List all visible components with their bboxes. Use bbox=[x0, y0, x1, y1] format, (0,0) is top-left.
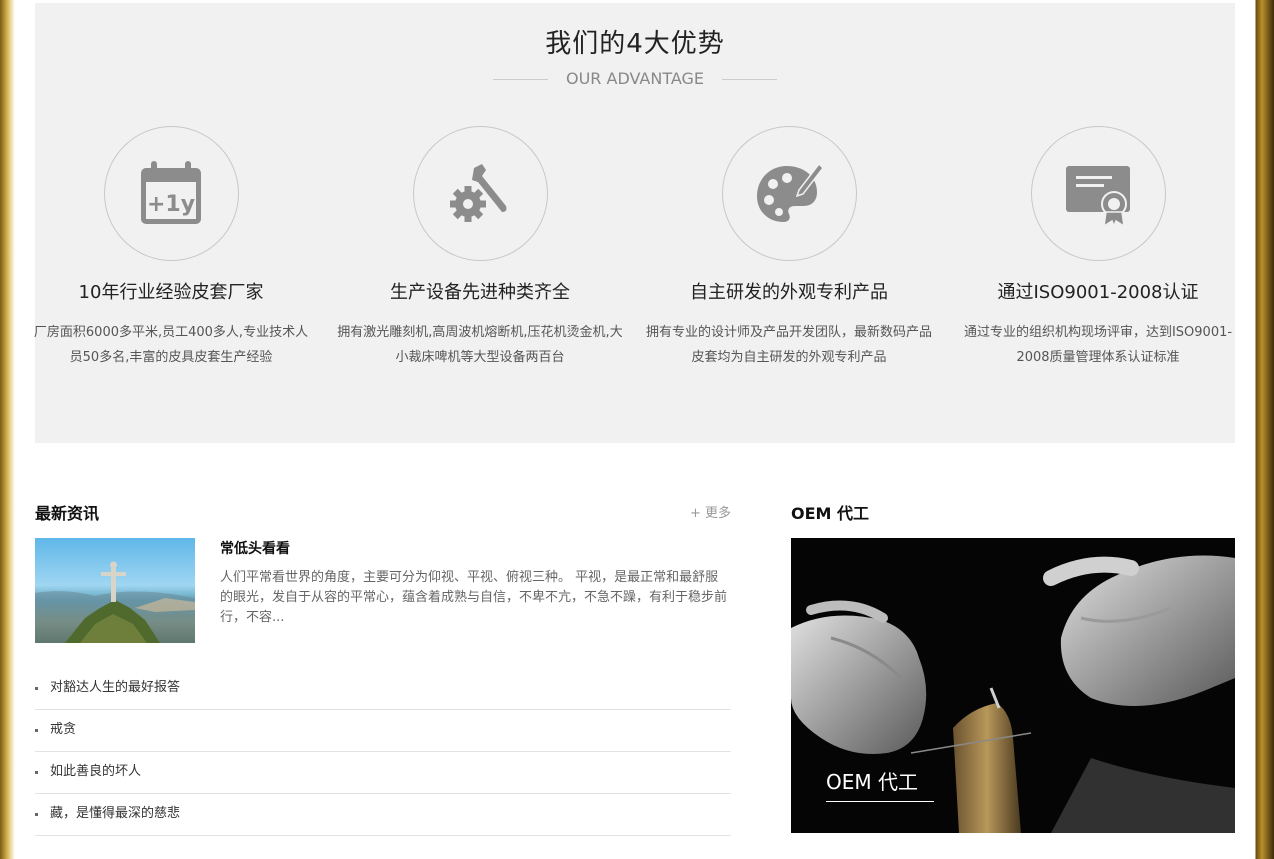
oem-header: OEM 代工 bbox=[791, 500, 1235, 526]
news-header: 最新资讯 + 更多 bbox=[35, 500, 731, 526]
oem-section: OEM 代工 OEM 代工 bbox=[791, 500, 1235, 833]
bullet bbox=[35, 729, 38, 732]
oem-image[interactable]: OEM 代工 bbox=[791, 538, 1235, 833]
advantage-item-title: 自主研发的外观专利产品 bbox=[690, 282, 888, 303]
news-item-title[interactable]: 如此善良的坏人 bbox=[50, 764, 141, 779]
advantage-subtitle-row: OUR ADVANTAGE bbox=[35, 69, 1235, 88]
news-title: 最新资讯 bbox=[35, 504, 100, 523]
feature-desc: 人们平常看世界的角度，主要可分为仰视、平视、俯视三种。 平视，是最正常和最舒服的… bbox=[220, 570, 728, 625]
landscape-image bbox=[35, 561, 195, 643]
advantage-icon-circle: +1y bbox=[103, 126, 239, 261]
news-more-link[interactable]: + 更多 bbox=[690, 502, 731, 521]
advantage-item-desc: 厂房面积6000多平米,员工400多人,专业技术人员50多名,丰富的皮具皮套生产… bbox=[33, 325, 309, 365]
news-item-title[interactable]: 藏，是懂得最深的慈悲 bbox=[50, 806, 180, 821]
advantage-item-desc: 通过专业的组织机构现场评审，达到ISO9001-2008质量管理体系认证标准 bbox=[963, 325, 1233, 365]
news-list: 对豁达人生的最好报答 戒贪 如此善良的坏人 藏，是懂得最深的慈悲 bbox=[35, 668, 731, 836]
feature-image[interactable] bbox=[35, 538, 195, 643]
advantage-item: 生产设备先进种类齐全 拥有激光雕刻机,高周波机熔断机,压花机烫金机,大小裁床啤机… bbox=[335, 126, 625, 370]
advantage-item: 通过ISO9001-2008认证 通过专业的组织机构现场评审，达到ISO9001… bbox=[953, 126, 1243, 370]
advantage-icon-circle bbox=[1030, 126, 1166, 261]
news-item-title[interactable]: 戒贪 bbox=[50, 722, 76, 737]
feature-title[interactable]: 常低头看看 bbox=[220, 538, 290, 558]
advantage-title: 我们的4大优势 bbox=[545, 29, 725, 59]
news-item-title[interactable]: 对豁达人生的最好报答 bbox=[50, 680, 180, 695]
bullet bbox=[35, 813, 38, 816]
oem-caption[interactable]: OEM 代工 bbox=[826, 766, 934, 802]
advantage-icon-circle bbox=[412, 126, 548, 261]
news-list-item[interactable]: 如此善良的坏人 bbox=[35, 752, 731, 794]
advantage-subtitle: OUR ADVANTAGE bbox=[565, 69, 705, 88]
advantage-item-desc: 拥有激光雕刻机,高周波机熔断机,压花机烫金机,大小裁床啤机等大型设备两百台 bbox=[337, 325, 623, 365]
divider-line bbox=[492, 79, 548, 80]
page: 我们的4大优势 OUR ADVANTAGE +1y 10年行业经验皮套厂家 厂房… bbox=[15, 0, 1255, 859]
advantage-item: +1y 10年行业经验皮套厂家 厂房面积6000多平米,员工400多人,专业技术… bbox=[26, 126, 316, 370]
oem-title: OEM 代工 bbox=[791, 504, 870, 523]
advantage-item-title: 生产设备先进种类齐全 bbox=[390, 282, 570, 303]
news-list-item[interactable]: 藏，是懂得最深的慈悲 bbox=[35, 794, 731, 836]
gear-wrench-icon bbox=[450, 163, 507, 222]
advantage-icon-circle bbox=[721, 126, 857, 261]
advantage-item-title: 10年行业经验皮套厂家 bbox=[78, 282, 264, 303]
calendar-plus-1y-icon: +1y bbox=[141, 160, 201, 224]
advantage-item-title: 通过ISO9001-2008认证 bbox=[997, 282, 1199, 303]
advantage-list: +1y 10年行业经验皮套厂家 厂房面积6000多平米,员工400多人,专业技术… bbox=[34, 126, 1235, 386]
bullet bbox=[35, 771, 38, 774]
news-list-item[interactable]: 对豁达人生的最好报答 bbox=[35, 668, 731, 710]
news-feature[interactable]: 常低头看看 人们平常看世界的角度，主要可分为仰视、平视、俯视三种。 平视，是最正… bbox=[35, 538, 731, 643]
news-section: 最新资讯 + 更多 常低头看看 人们平常看世界的角度，主要可分为仰视、平视、俯视… bbox=[35, 500, 731, 836]
svg-text:+1y: +1y bbox=[147, 192, 195, 217]
advantage-section: 我们的4大优势 OUR ADVANTAGE +1y 10年行业经验皮套厂家 厂房… bbox=[34, 3, 1235, 443]
bullet bbox=[35, 687, 38, 690]
certificate-icon bbox=[1066, 165, 1130, 228]
divider-line bbox=[722, 79, 778, 80]
news-list-item[interactable]: 戒贪 bbox=[35, 710, 731, 752]
advantage-item-desc: 拥有专业的设计师及产品开发团队，最新数码产品皮套均为自主研发的外观专利产品 bbox=[646, 325, 933, 365]
advantage-item: 自主研发的外观专利产品 拥有专业的设计师及产品开发团队，最新数码产品皮套均为自主… bbox=[644, 126, 934, 370]
palette-brush-icon bbox=[757, 162, 824, 222]
